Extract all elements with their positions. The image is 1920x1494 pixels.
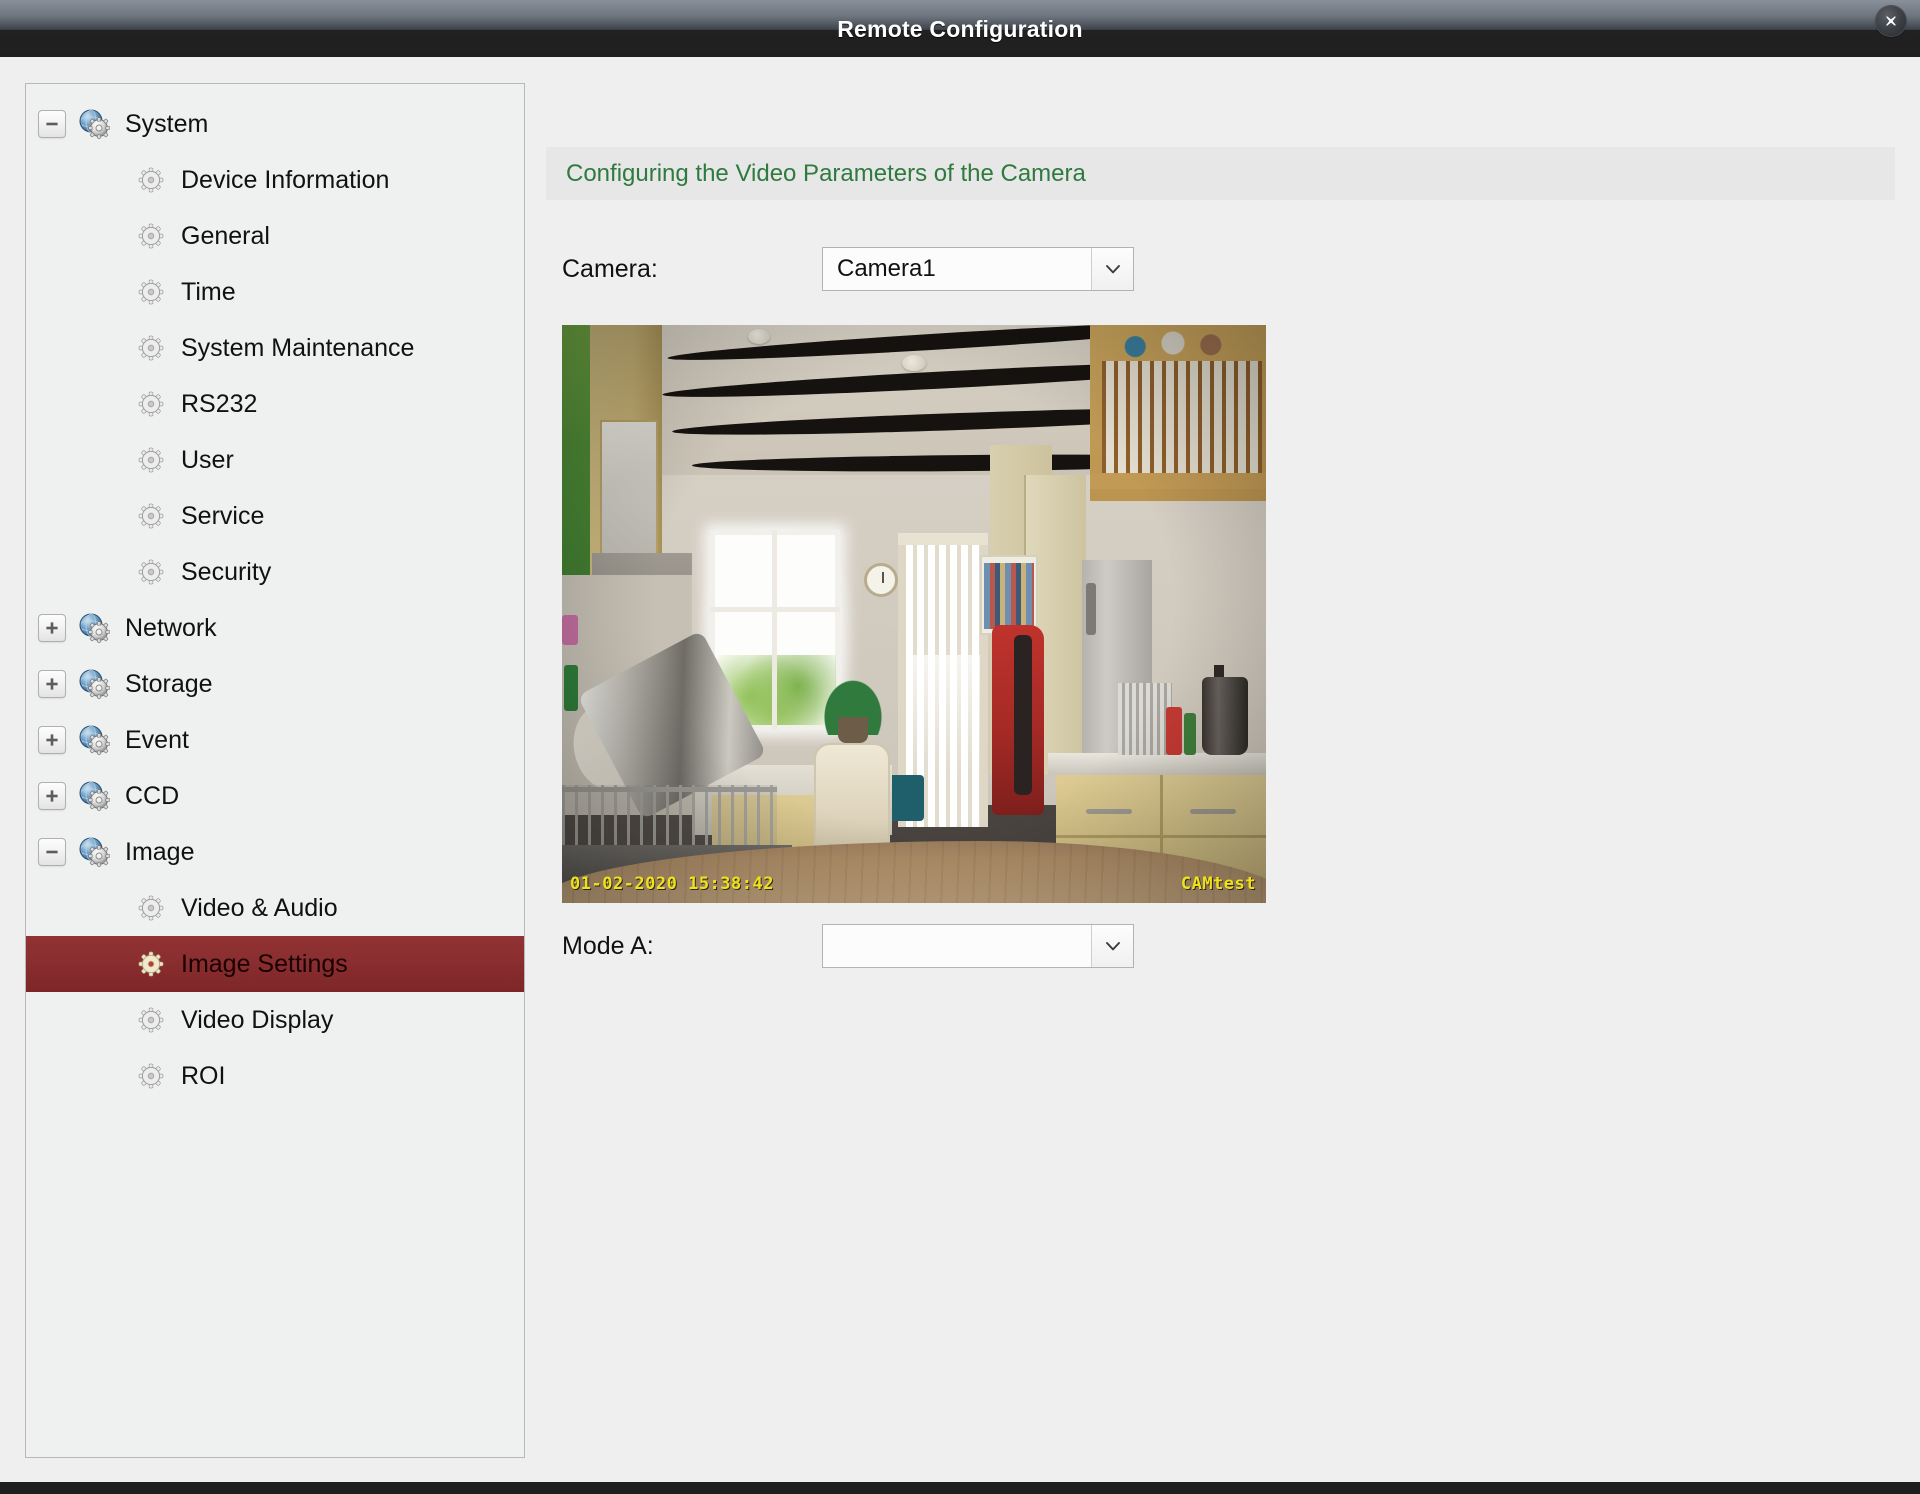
- close-icon: [1883, 13, 1899, 29]
- gear-icon: [137, 278, 165, 306]
- tree-item-video-display[interactable]: Video Display: [26, 992, 524, 1048]
- globe-gear-icon: [77, 611, 111, 645]
- window-titlebar: Remote Configuration: [0, 0, 1920, 57]
- globe-gear-icon: [77, 835, 111, 869]
- chevron-down-icon[interactable]: [1091, 925, 1133, 967]
- tree-item-network[interactable]: Network: [26, 600, 524, 656]
- globe-gear-icon: [77, 779, 111, 813]
- camera-select[interactable]: Camera1: [822, 247, 1134, 291]
- tree-item-label: System Maintenance: [181, 333, 415, 362]
- tree-item-label: Image Settings: [181, 949, 348, 978]
- tree-item-label: Network: [125, 613, 217, 642]
- tree-item-time[interactable]: Time: [26, 264, 524, 320]
- tree-item-label: Storage: [125, 669, 213, 698]
- tree-item-label: Time: [181, 277, 236, 306]
- gear-icon: [137, 1006, 165, 1034]
- tree-item-label: Security: [181, 557, 272, 586]
- camera-select-value: Camera1: [837, 255, 936, 282]
- collapse-icon[interactable]: [38, 838, 66, 866]
- expand-icon[interactable]: [38, 726, 66, 754]
- camera-preview[interactable]: 01-02-2020 15:38:42 CAMtest: [562, 325, 1266, 903]
- tree-item-storage[interactable]: Storage: [26, 656, 524, 712]
- tree-item-image[interactable]: Image: [26, 824, 524, 880]
- expand-icon[interactable]: [38, 782, 66, 810]
- tree-item-security[interactable]: Security: [26, 544, 524, 600]
- gear-icon: [137, 1062, 165, 1090]
- tree-item-label: Video & Audio: [181, 893, 338, 922]
- gear-icon: [137, 334, 165, 362]
- dialog-body: System Device Information General Time Syste…: [0, 57, 1920, 1482]
- settings-tree-panel: System Device Information General Time Syste…: [25, 83, 525, 1458]
- window-title: Remote Configuration: [837, 16, 1083, 42]
- tree-item-label: RS232: [181, 389, 258, 418]
- panel-header: Configuring the Video Parameters of the …: [546, 147, 1895, 200]
- tree-item-roi[interactable]: ROI: [26, 1048, 524, 1104]
- settings-tree: System Device Information General Time Syste…: [26, 84, 524, 1104]
- tree-item-device-information[interactable]: Device Information: [26, 152, 524, 208]
- tree-item-rs232[interactable]: RS232: [26, 376, 524, 432]
- gear-icon: [137, 950, 165, 978]
- tree-item-general[interactable]: General: [26, 208, 524, 264]
- gear-icon: [137, 446, 165, 474]
- gear-icon: [137, 502, 165, 530]
- main-panel: Configuring the Video Parameters of the …: [546, 83, 1895, 1458]
- tree-item-label: Event: [125, 725, 189, 754]
- tree-item-ccd[interactable]: CCD: [26, 768, 524, 824]
- tree-item-system[interactable]: System: [26, 96, 524, 152]
- gear-icon: [137, 390, 165, 418]
- tree-item-system-maintenance[interactable]: System Maintenance: [26, 320, 524, 376]
- tree-item-label: CCD: [125, 781, 180, 810]
- globe-gear-icon: [77, 667, 111, 701]
- panel-header-text: Configuring the Video Parameters of the …: [566, 159, 1086, 187]
- tree-item-label: Image: [125, 837, 195, 866]
- gear-icon: [137, 166, 165, 194]
- tree-item-label: System: [125, 109, 209, 138]
- globe-gear-icon: [77, 723, 111, 757]
- tree-item-image-settings[interactable]: Image Settings: [26, 936, 524, 992]
- gear-icon: [137, 894, 165, 922]
- tree-item-label: General: [181, 221, 270, 250]
- gear-icon: [137, 222, 165, 250]
- tree-item-video-audio[interactable]: Video & Audio: [26, 880, 524, 936]
- collapse-icon[interactable]: [38, 110, 66, 138]
- camera-field-row: Camera: Camera1: [562, 247, 1134, 291]
- tree-item-service[interactable]: Service: [26, 488, 524, 544]
- expand-icon[interactable]: [38, 670, 66, 698]
- tree-item-label: Video Display: [181, 1005, 334, 1034]
- preview-vignette: [562, 325, 1266, 903]
- tree-item-event[interactable]: Event: [26, 712, 524, 768]
- camera-label: Camera:: [562, 254, 658, 283]
- osd-camera-name: CAMtest: [1180, 874, 1256, 894]
- gear-icon: [137, 558, 165, 586]
- mode-a-select[interactable]: [822, 924, 1134, 968]
- tree-item-label: Device Information: [181, 165, 390, 194]
- mode-a-field-row: Mode A:: [562, 924, 1134, 968]
- tree-item-user[interactable]: User: [26, 432, 524, 488]
- tree-item-label: Service: [181, 501, 265, 530]
- mode-a-label: Mode A:: [562, 931, 654, 960]
- window-bottom-edge: [0, 1482, 1920, 1494]
- globe-gear-icon: [77, 107, 111, 141]
- osd-timestamp: 01-02-2020 15:38:42: [570, 874, 774, 894]
- tree-item-label: ROI: [181, 1061, 226, 1090]
- close-button[interactable]: [1876, 6, 1906, 36]
- expand-icon[interactable]: [38, 614, 66, 642]
- tree-item-label: User: [181, 445, 234, 474]
- chevron-down-icon[interactable]: [1091, 248, 1133, 290]
